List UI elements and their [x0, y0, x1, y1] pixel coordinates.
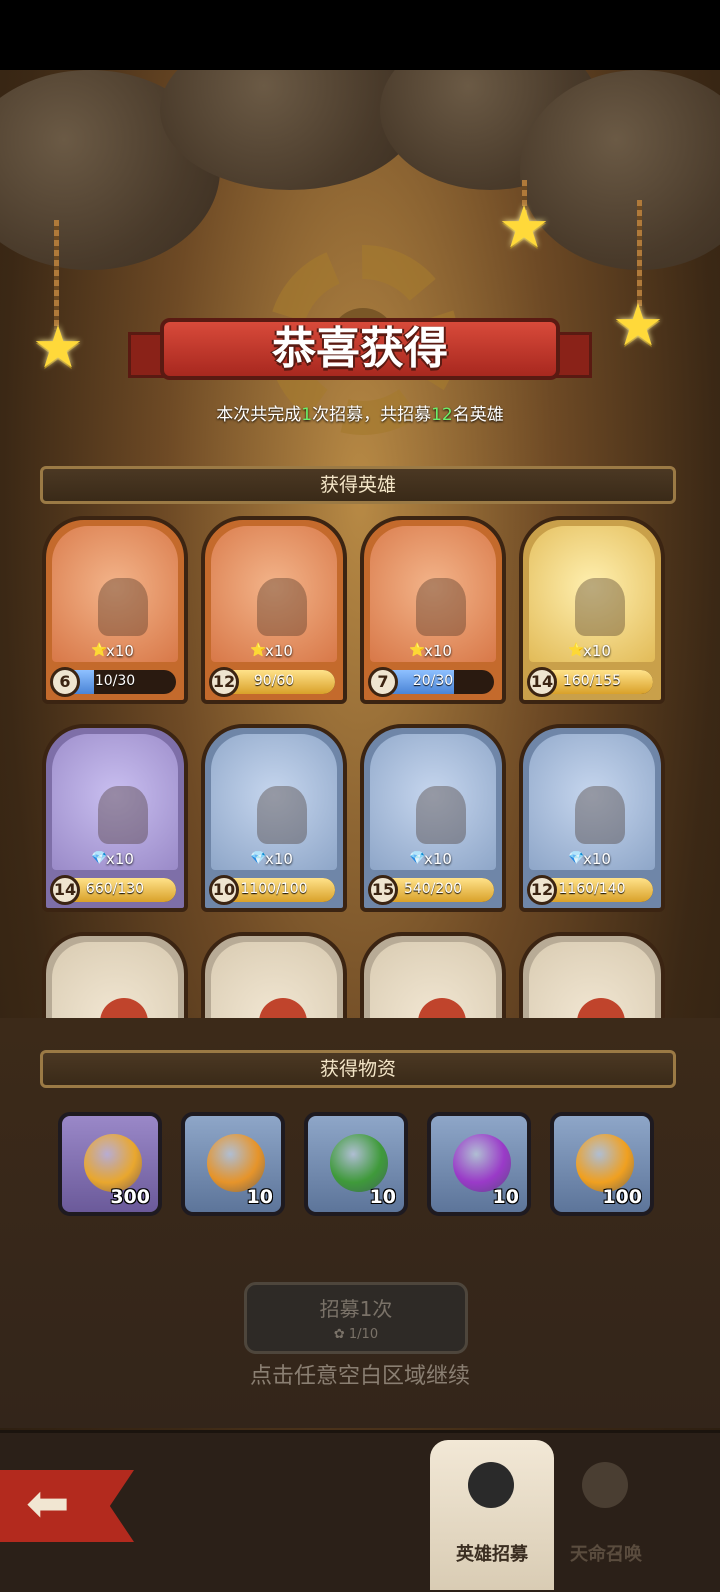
hero-portrait — [98, 786, 148, 844]
reward-item[interactable]: 300 — [58, 1112, 162, 1216]
spade-coin-icon — [576, 1134, 634, 1192]
section-heroes-header: 获得英雄 — [40, 466, 676, 504]
shield-shard-icon — [207, 1134, 265, 1192]
hero-shard-count: x10 — [265, 642, 293, 660]
hero-shard-count: x10 — [583, 642, 611, 660]
hero-level-badge: 7 — [368, 667, 398, 697]
hero-shard-count: x10 — [583, 850, 611, 868]
back-arrow-icon: ⬅ — [26, 1474, 70, 1534]
hero-card[interactable]: 💎 x10 1100/100 10 — [201, 724, 347, 912]
hero-shard-count: x10 — [265, 850, 293, 868]
reward-item[interactable]: 10 — [427, 1112, 531, 1216]
hero-shard-icon: ⭐ — [409, 643, 426, 658]
hero-card[interactable]: ⭐ x10 20/30 7 — [360, 516, 506, 704]
recruit-cost-value: 1/10 — [348, 1327, 379, 1342]
reward-amount: 10 — [369, 1186, 396, 1208]
recruit-once-button[interactable]: 招募1次 ✿ 1/10 — [244, 1282, 468, 1354]
hero-shard-count: x10 — [424, 642, 452, 660]
hero-shard-icon: ⭐ — [250, 643, 267, 658]
hero-level-badge: 14 — [50, 875, 80, 905]
shuriken-shard-icon — [453, 1134, 511, 1192]
recruit-cost: ✿ 1/10 — [247, 1327, 465, 1342]
summary-text: 本次共完成 — [216, 405, 302, 425]
reward-amount: 100 — [602, 1186, 642, 1208]
star-icon: ★ — [498, 193, 550, 261]
hero-card[interactable]: 💎 x10 660/130 14 — [42, 724, 188, 912]
tab-hero-recruit[interactable]: 英雄招募 — [430, 1440, 554, 1590]
reward-item[interactable]: 100 — [550, 1112, 654, 1216]
hero-portrait — [575, 578, 625, 636]
reward-amount: 10 — [246, 1186, 273, 1208]
hero-level-badge: 12 — [527, 875, 557, 905]
page-title: 恭喜获得 — [272, 323, 448, 374]
star-icon: ★ — [612, 291, 664, 359]
hero-shard-icon: 💎 — [91, 851, 108, 866]
recruit-button-label: 招募1次 — [319, 1297, 393, 1321]
ticket-icon: ✿ — [333, 1327, 349, 1342]
crystal-ball-icon — [582, 1462, 628, 1508]
hero-level-badge: 6 — [50, 667, 80, 697]
hero-portrait — [575, 786, 625, 844]
reward-item[interactable]: 10 — [304, 1112, 408, 1216]
gold-coin-icon — [84, 1134, 142, 1192]
hero-level-badge: 12 — [209, 667, 239, 697]
hero-card[interactable]: ⭐ x10 10/30 6 — [42, 516, 188, 704]
hero-card[interactable]: ⭐ x10 90/60 12 — [201, 516, 347, 704]
summary-text: 名英雄 — [452, 405, 504, 425]
status-bar — [0, 0, 720, 70]
tab-label: 天命召唤 — [570, 1544, 642, 1565]
section-items-header: 获得物资 — [40, 1050, 676, 1088]
hero-shard-icon: 💎 — [250, 851, 267, 866]
hero-level-badge: 14 — [527, 667, 557, 697]
hero-card[interactable]: 💎 x10 540/200 15 — [360, 724, 506, 912]
star-icon: ★ — [32, 313, 84, 381]
hero-shard-count: x10 — [106, 642, 134, 660]
hero-shard-count: x10 — [424, 850, 452, 868]
hero-card[interactable]: ⭐ x10 160/155 14 — [519, 516, 665, 704]
hero-shard-icon: 💎 — [409, 851, 426, 866]
continue-hint: 点击任意空白区域继续 — [249, 1364, 470, 1389]
hero-shard-icon: ⭐ — [91, 643, 108, 658]
tab-label: 英雄招募 — [456, 1544, 528, 1565]
hero-total: 12 — [431, 405, 453, 425]
hero-card[interactable]: 💎 x10 1160/140 12 — [519, 724, 665, 912]
hero-shard-icon: 💎 — [568, 851, 585, 866]
hero-shard-count: x10 — [106, 850, 134, 868]
reward-amount: 10 — [492, 1186, 519, 1208]
hero-level-badge: 15 — [368, 875, 398, 905]
reward-item[interactable]: 10 — [181, 1112, 285, 1216]
hero-level-badge: 10 — [209, 875, 239, 905]
hero-portrait — [257, 786, 307, 844]
hero-portrait — [416, 578, 466, 636]
crystal-ball-icon — [468, 1462, 514, 1508]
tab-fate-summon[interactable]: 天命召唤 — [544, 1440, 668, 1590]
reward-amount: 300 — [110, 1186, 150, 1208]
hero-portrait — [98, 578, 148, 636]
hero-shard-icon: ⭐ — [568, 643, 585, 658]
recruit-summary: 本次共完成1次招募，共招募12名英雄 — [0, 400, 720, 425]
recruit-times: 1 — [301, 405, 313, 425]
summary-text: 次招募，共招募 — [312, 405, 432, 425]
hero-portrait — [416, 786, 466, 844]
hero-portrait — [257, 578, 307, 636]
bow-shard-icon — [330, 1134, 388, 1192]
